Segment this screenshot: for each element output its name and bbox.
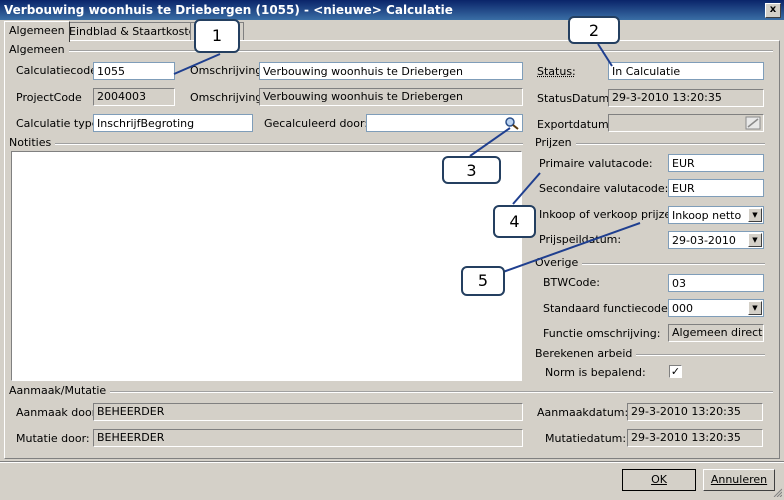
primaire-valutacode-label: Primaire valutacode: [539,157,653,170]
mutatie-door-label: Mutatie door: [16,432,90,445]
omschrijving-input[interactable]: Verbouwing woonhuis te Driebergen [259,62,523,80]
aanmaakdatum-value: 29-3-2010 13:20:35 [627,403,763,421]
ok-button[interactable]: OK [622,469,696,491]
inkoop-verkoop-select[interactable]: Inkoop netto ▼ [668,206,764,224]
overige-label: Overige [535,257,583,268]
window-title: Verbouwing woonhuis te Driebergen (1055)… [4,3,453,17]
group-algemeen-label: Algemeen [9,44,69,55]
aanmaak-mutatie-label: Aanmaak/Mutatie [9,385,111,396]
callout-5: 5 [461,266,505,296]
resize-grip-icon[interactable] [772,487,783,498]
norm-bepalend-checkbox[interactable]: ✓ [669,365,682,378]
callout-2: 2 [568,16,620,44]
tab-algemeen[interactable]: Algemeen [4,21,70,42]
notities-textarea[interactable] [11,151,522,381]
callout-1: 1 [194,19,240,53]
berekenen-arbeid-label: Berekenen arbeid [535,348,637,359]
annuleren-button[interactable]: Annuleren [703,469,775,491]
aanmaakdatum-label: Aanmaakdatum: [537,406,629,419]
group-overige: Overige [535,257,765,268]
status-label: Status: [537,65,576,78]
prijspeildatum-value: 29-03-2010 [672,234,736,247]
statusdatum-label: StatusDatum: [537,92,613,105]
ok-button-label: OK [651,473,667,486]
calculatiecode-label: Calculatiecode: [16,64,101,77]
prijspeildatum-select[interactable]: 29-03-2010 ▼ [668,231,764,249]
functie-omschrijving-value: Algemeen directeu [668,324,764,342]
chevron-down-icon[interactable]: ▼ [748,208,762,222]
calculatiecode-input[interactable]: 1055 [93,62,175,80]
search-icon[interactable] [504,116,520,130]
prijspeildatum-label: Prijspeildatum: [539,233,622,246]
group-berekenen-arbeid: Berekenen arbeid [535,348,765,359]
omschrijving-label: Omschrijving: [190,64,266,77]
prijzen-label: Prijzen [535,137,576,148]
callout-3: 3 [442,156,501,184]
standaard-functiecode-label: Standaard functiecode: [543,302,672,315]
chevron-down-icon[interactable]: ▼ [748,301,762,315]
functiecode-select[interactable]: 000 ▼ [668,299,764,317]
inkoop-verkoop-value: Inkoop netto [672,209,742,222]
btwcode-label: BTWCode: [543,276,601,289]
mutatie-door-value: BEHEERDER [93,429,523,447]
secundaire-valutacode-input[interactable]: EUR [668,179,764,197]
calculatietype-label: Calculatie type: [16,117,103,130]
functie-omschrijving-label: Functie omschrijving: [543,327,661,340]
primaire-valutacode-input[interactable]: EUR [668,154,764,172]
norm-bepalend-label: Norm is bepalend: [545,366,646,379]
inkoop-verkoop-label: Inkoop of verkoop prijzen: [539,208,682,221]
group-notities: Notities [9,137,523,148]
gecalculeerd-input[interactable] [366,114,523,132]
mutatiedatum-value: 29-3-2010 13:20:35 [627,429,763,447]
chevron-down-icon[interactable]: ▼ [748,233,762,247]
mutatiedatum-label: Mutatiedatum: [545,432,627,445]
secundaire-valutacode-label: Secondaire valutacode: [539,182,669,195]
exportdatum-field[interactable] [608,114,764,132]
functiecode-value: 000 [672,302,693,315]
exportdatum-label: Exportdatum: [537,118,613,131]
calculatietype-input[interactable]: InschrijfBegroting [93,114,253,132]
tab-eindblad-staartkosten[interactable]: Eindblad & Staartkosten [64,22,208,41]
btwcode-input[interactable]: 03 [668,274,764,292]
group-algemeen: Algemeen [9,44,773,55]
calendar-icon[interactable] [745,116,761,130]
statusdatum-value: 29-3-2010 13:20:35 [608,89,764,107]
annuleren-button-label: Annuleren [710,473,768,486]
group-aanmaak-mutatie: Aanmaak/Mutatie [9,385,773,396]
aanmaak-door-label: Aanmaak door: [16,406,100,419]
projectcode-value: 2004003 [93,88,175,106]
callout-4: 4 [493,205,536,238]
close-button[interactable]: x [765,3,781,18]
projectcode-label: ProjectCode [16,91,82,104]
status-field[interactable]: In Calculatie [608,62,764,80]
group-prijzen: Prijzen [535,137,765,148]
notities-label: Notities [9,137,56,148]
omschrijving-project-value: Verbouwing woonhuis te Driebergen [259,88,523,106]
title-bar: Verbouwing woonhuis te Driebergen (1055)… [0,0,784,20]
bottom-divider [0,461,784,463]
omschrijving-project-label: Omschrijving: [190,91,266,104]
gecalculeerd-label: Gecalculeerd door: [264,117,369,130]
aanmaak-door-value: BEHEERDER [93,403,523,421]
